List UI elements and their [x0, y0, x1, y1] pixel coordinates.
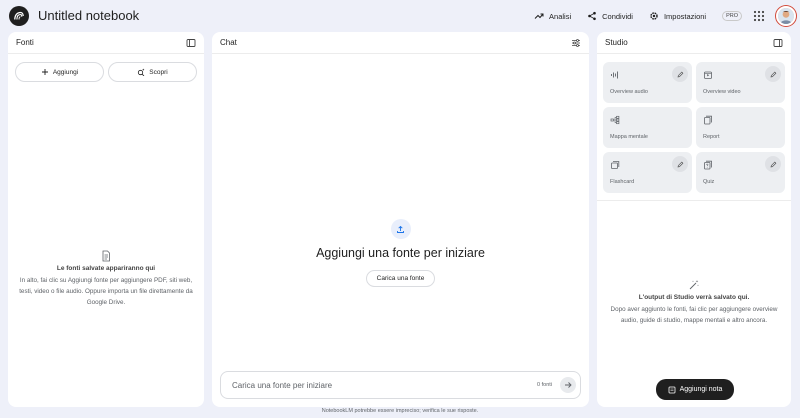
chat-empty-heading: Aggiungi una fonte per iniziare	[316, 246, 485, 260]
tune-settings-icon[interactable]	[571, 38, 581, 48]
share-label: Condividi	[602, 11, 633, 21]
studio-tools-grid: Overview audio Overview video Mappa ment…	[603, 62, 785, 193]
pro-badge: PRO	[722, 11, 742, 21]
chat-input-bar: 0 fonti	[220, 371, 581, 399]
share-button[interactable]: Condividi	[581, 5, 639, 27]
sources-panel-header: Fonti	[8, 32, 204, 54]
analytics-button[interactable]: Analisi	[528, 5, 577, 27]
chat-panel: Chat Aggiungi una fonte per iniziare Car…	[212, 32, 589, 407]
chat-input[interactable]	[232, 380, 538, 390]
share-icon	[588, 11, 596, 21]
quiz-icon	[704, 160, 712, 170]
studio-divider	[597, 200, 791, 201]
chat-empty-state: Aggiungi una fonte per iniziare Carica u…	[212, 219, 589, 287]
note-icon	[668, 386, 675, 393]
studio-card-label: Mappa mentale	[610, 134, 648, 140]
add-source-label: Aggiungi	[52, 68, 79, 76]
studio-card-video-overview[interactable]: Overview video	[696, 62, 785, 103]
studio-card-report[interactable]: Report	[696, 107, 785, 148]
top-actions: Analisi Condividi Impostazioni PRO	[528, 4, 796, 28]
chat-panel-title: Chat	[220, 38, 237, 47]
plus-icon	[41, 69, 48, 75]
magic-wand-icon	[689, 280, 699, 290]
notebook-title[interactable]: Untitled notebook	[38, 8, 139, 23]
audio-waveform-icon	[611, 71, 618, 79]
collapse-panel-icon[interactable]	[186, 38, 196, 48]
pencil-icon	[677, 71, 683, 77]
edit-button[interactable]	[765, 156, 781, 172]
studio-card-flashcard[interactable]: Flashcard	[603, 152, 692, 193]
discover-sources-button[interactable]: Scopri	[108, 62, 197, 82]
sources-empty-state: Le fonti salvate appariranno qui In alto…	[16, 250, 196, 308]
sources-empty-body: In alto, fai clic su Aggiungi fonte per …	[19, 277, 193, 307]
send-button[interactable]	[560, 377, 576, 393]
trending-up-icon	[534, 13, 544, 19]
document-icon	[102, 250, 110, 262]
studio-empty-state: L'output di Studio verrà salvato qui. Do…	[605, 279, 783, 326]
studio-card-label: Report	[703, 134, 720, 140]
sources-actions: Aggiungi Scopri	[15, 62, 197, 82]
mind-map-icon	[610, 115, 620, 125]
top-bar: Untitled notebook Analisi Condividi Impo…	[0, 0, 800, 32]
upload-source-button[interactable]: Carica una fonte	[365, 270, 436, 287]
add-note-button[interactable]: Aggiungi nota	[656, 379, 734, 400]
add-source-button[interactable]: Aggiungi	[15, 62, 104, 82]
discover-sparkle-icon	[138, 68, 145, 76]
footer-disclaimer: NotebookLM potrebbe essere impreciso; ve…	[321, 408, 479, 414]
studio-card-audio-overview[interactable]: Overview audio	[603, 62, 692, 103]
flashcard-icon	[611, 161, 620, 169]
upload-icon	[397, 225, 404, 233]
studio-panel-header: Studio	[597, 32, 791, 54]
pencil-icon	[770, 71, 776, 77]
studio-panel-title: Studio	[605, 38, 628, 47]
studio-card-label: Flashcard	[610, 179, 635, 185]
studio-card-label: Quiz	[703, 179, 715, 185]
avatar[interactable]	[776, 6, 796, 26]
report-icon	[704, 115, 712, 125]
studio-panel: Studio Overview audio Overview video Map…	[597, 32, 791, 407]
studio-empty-body: Dopo aver aggiunto le fonti, fai clic pe…	[610, 306, 778, 325]
analytics-label: Analisi	[549, 11, 572, 21]
apps-grid-icon[interactable]	[752, 9, 766, 23]
sources-panel-title: Fonti	[16, 38, 34, 47]
sources-panel: Fonti Aggiungi Scopri Le fonti salvate a	[8, 32, 204, 407]
notebooklm-logo-icon[interactable]	[9, 6, 29, 26]
arrow-right-icon	[565, 382, 572, 388]
edit-button[interactable]	[672, 156, 688, 172]
studio-card-mind-map[interactable]: Mappa mentale	[603, 107, 692, 148]
chat-panel-header: Chat	[212, 32, 589, 54]
pencil-icon	[770, 161, 776, 167]
settings-button[interactable]: Impostazioni	[643, 5, 712, 27]
source-count: 0 fonti	[537, 382, 552, 388]
edit-button[interactable]	[672, 66, 688, 82]
edit-button[interactable]	[765, 66, 781, 82]
upload-icon-circle	[390, 219, 411, 239]
settings-label: Impostazioni	[663, 11, 707, 21]
studio-empty-title: L'output di Studio verrà salvato qui.	[638, 294, 750, 301]
user-avatar-icon	[778, 8, 794, 24]
pencil-icon	[677, 161, 683, 167]
add-note-label: Aggiungi nota	[679, 386, 723, 393]
discover-sources-label: Scopri	[149, 68, 168, 76]
studio-card-quiz[interactable]: Quiz	[696, 152, 785, 193]
gear-icon	[650, 12, 658, 20]
sources-empty-title: Le fonti salvate appariranno qui	[56, 265, 156, 272]
video-icon	[704, 71, 712, 79]
collapse-panel-icon[interactable]	[773, 38, 783, 48]
studio-card-label: Overview video	[703, 89, 741, 95]
studio-card-label: Overview audio	[610, 89, 648, 95]
